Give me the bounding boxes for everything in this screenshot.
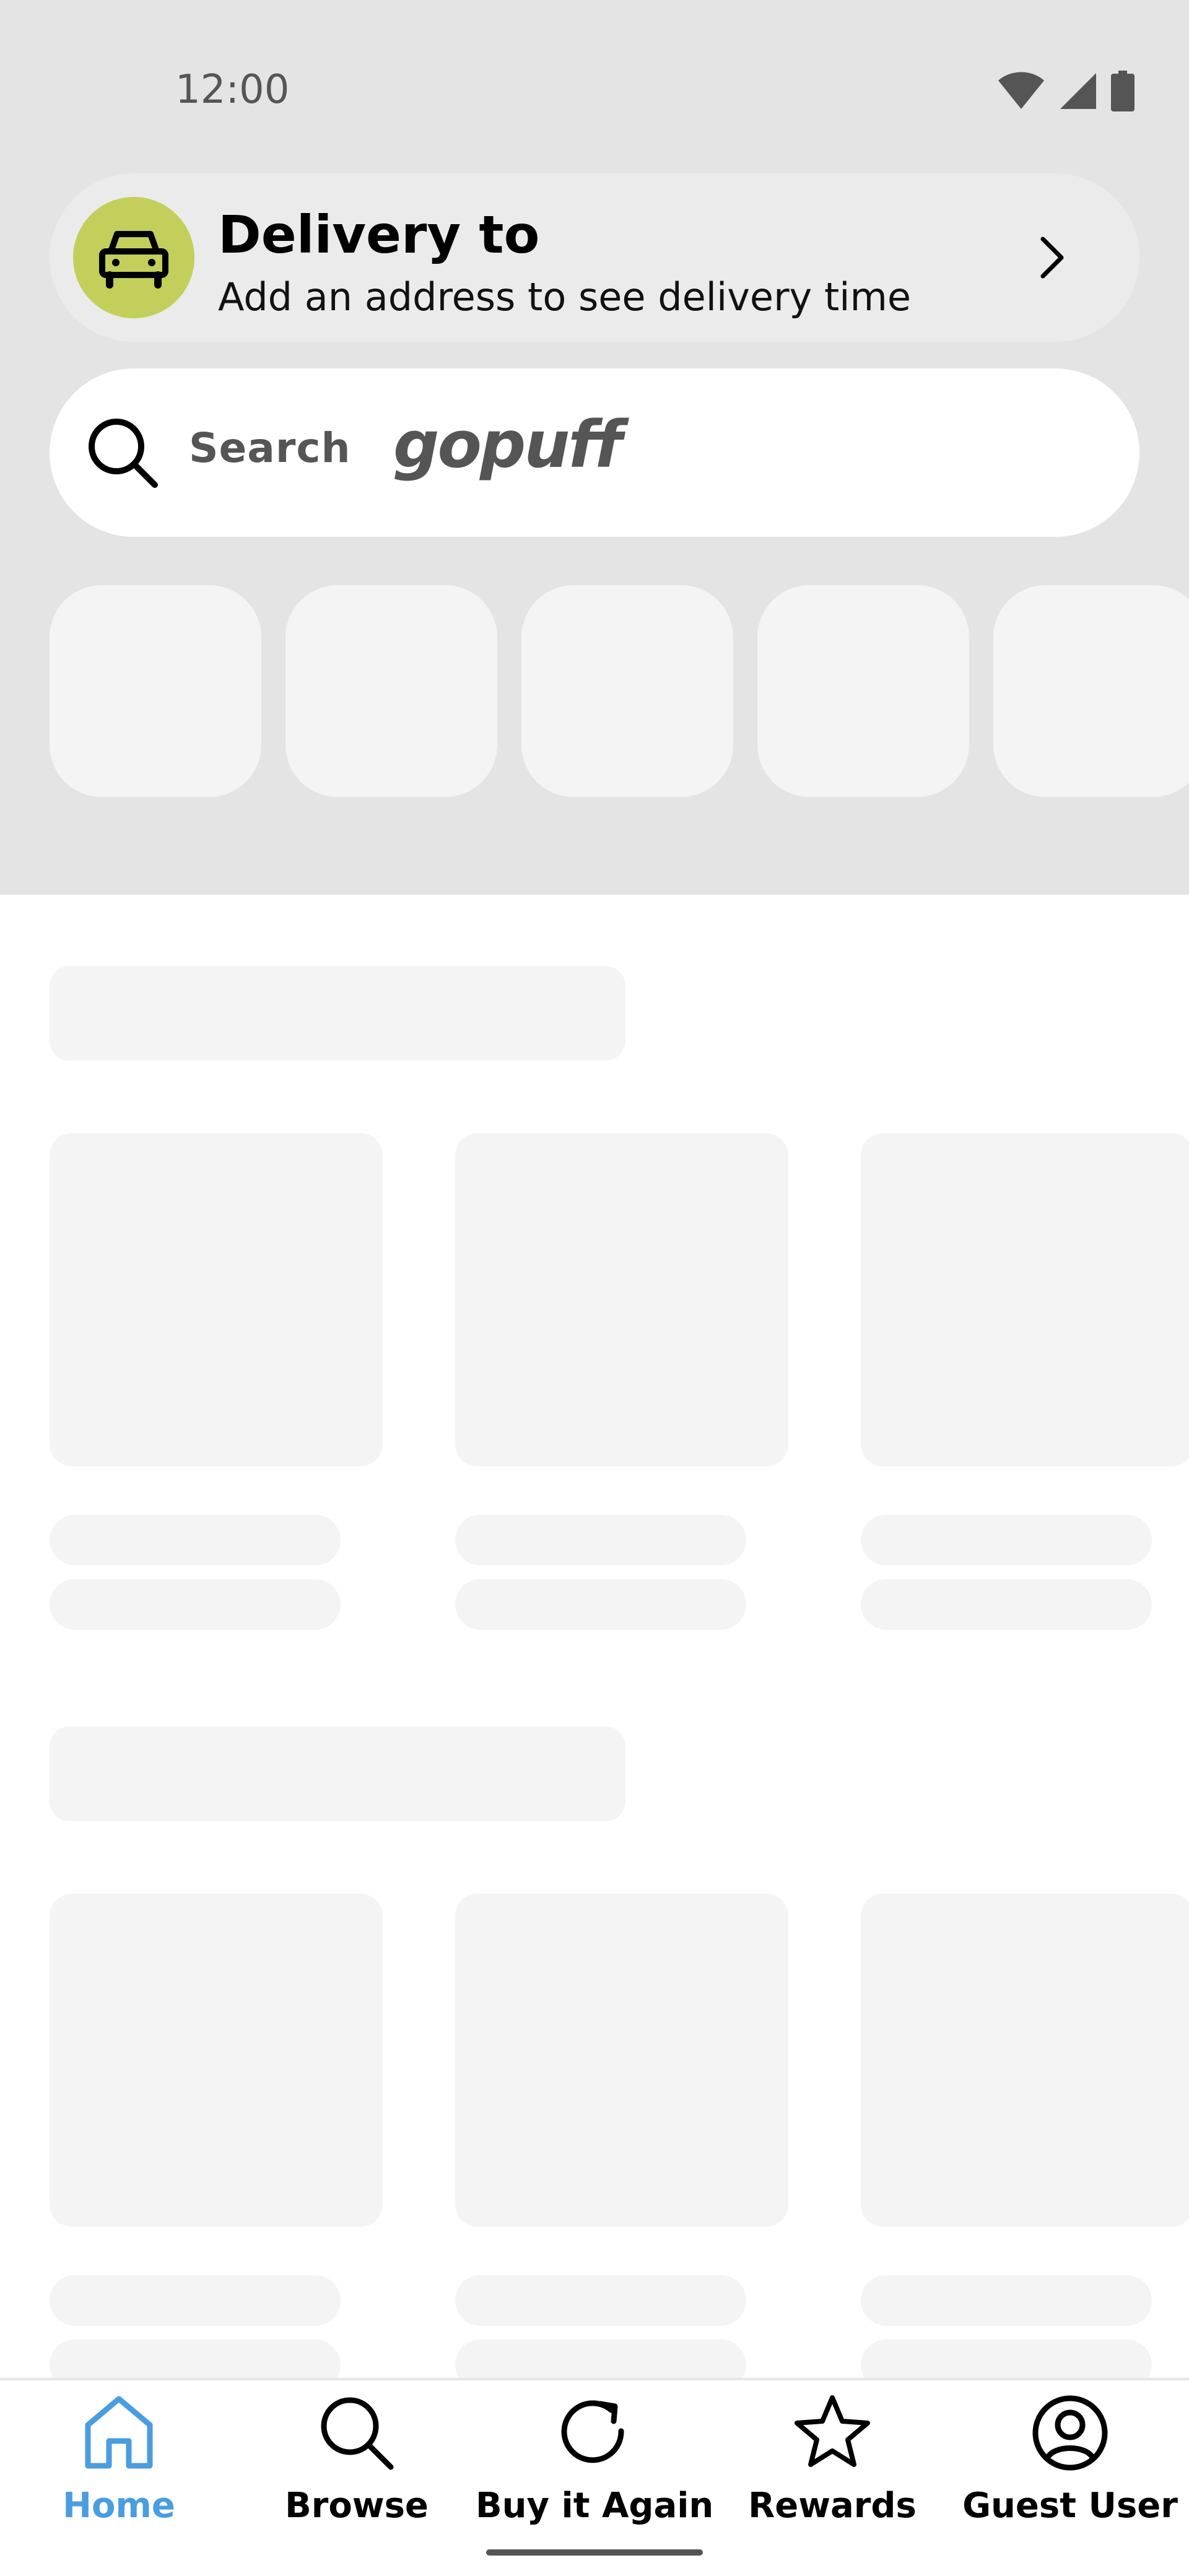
star-icon bbox=[795, 2395, 870, 2467]
bottom-navigation: Home Browse Buy it Again Rewards Guest U… bbox=[0, 2378, 1189, 2576]
text-line-placeholder bbox=[861, 1515, 1152, 1565]
nav-rewards-label: Rewards bbox=[748, 2486, 917, 2526]
battery-icon bbox=[1111, 71, 1135, 111]
text-line-placeholder bbox=[455, 1579, 746, 1630]
wifi-icon bbox=[998, 72, 1044, 109]
category-chip-placeholder bbox=[50, 585, 261, 797]
car-icon bbox=[99, 231, 168, 289]
search-label: Search bbox=[189, 424, 351, 472]
product-card-placeholder bbox=[455, 1894, 788, 2227]
nav-buy-it-again-label: Buy it Again bbox=[476, 2486, 714, 2526]
home-icon bbox=[85, 2396, 153, 2469]
text-line-placeholder bbox=[861, 2275, 1152, 2326]
nav-buy-it-again[interactable]: Buy it Again bbox=[476, 2380, 713, 2566]
nav-rewards[interactable]: Rewards bbox=[713, 2380, 951, 2566]
text-line-placeholder bbox=[50, 1515, 341, 1565]
product-card-placeholder bbox=[861, 1894, 1189, 2227]
gesture-home-indicator bbox=[486, 2549, 703, 2556]
status-icons bbox=[997, 69, 1135, 113]
status-time: 12:00 bbox=[175, 67, 290, 113]
nav-home-label: Home bbox=[63, 2486, 175, 2526]
nav-home[interactable]: Home bbox=[0, 2380, 238, 2566]
category-chip-placeholder bbox=[285, 585, 497, 797]
user-icon bbox=[1032, 2395, 1108, 2471]
cell-signal-icon bbox=[1060, 73, 1096, 109]
nav-guest-user-label: Guest User bbox=[962, 2486, 1178, 2526]
chevron-right-icon bbox=[1040, 237, 1064, 279]
delivery-title: Delivery to bbox=[218, 204, 540, 265]
nav-guest-user[interactable]: Guest User bbox=[951, 2380, 1189, 2566]
search-brand-logo: gopuff bbox=[393, 407, 622, 482]
reorder-icon bbox=[561, 2400, 624, 2463]
delivery-address-selector[interactable]: Delivery to Add an address to see delive… bbox=[50, 173, 1139, 342]
text-line-placeholder bbox=[861, 1579, 1152, 1630]
header: 12:00 Delivery to Add an address to see … bbox=[0, 0, 1189, 895]
category-chip-placeholder bbox=[521, 585, 733, 797]
search-icon bbox=[89, 419, 158, 488]
product-card-placeholder bbox=[455, 1133, 788, 1466]
text-line-placeholder bbox=[455, 2275, 746, 2326]
nav-browse[interactable]: Browse bbox=[238, 2380, 476, 2566]
category-chip-placeholder bbox=[757, 585, 969, 797]
section-title-placeholder bbox=[50, 1726, 625, 1821]
nav-browse-label: Browse bbox=[285, 2486, 429, 2526]
home-screen: 12:00 Delivery to Add an address to see … bbox=[0, 0, 1189, 2576]
text-line-placeholder bbox=[50, 2275, 341, 2326]
section-title-placeholder bbox=[50, 966, 625, 1061]
category-chip-placeholder bbox=[993, 585, 1189, 797]
text-line-placeholder bbox=[50, 1579, 341, 1630]
product-card-placeholder bbox=[50, 1133, 383, 1466]
product-card-placeholder bbox=[861, 1133, 1189, 1466]
product-card-placeholder bbox=[50, 1894, 383, 2227]
delivery-subtitle: Add an address to see delivery time bbox=[218, 274, 912, 320]
search-icon bbox=[321, 2397, 394, 2470]
delivery-avatar bbox=[73, 197, 194, 318]
search-bar[interactable]: Search gopuff bbox=[50, 368, 1139, 537]
text-line-placeholder bbox=[455, 1515, 746, 1565]
